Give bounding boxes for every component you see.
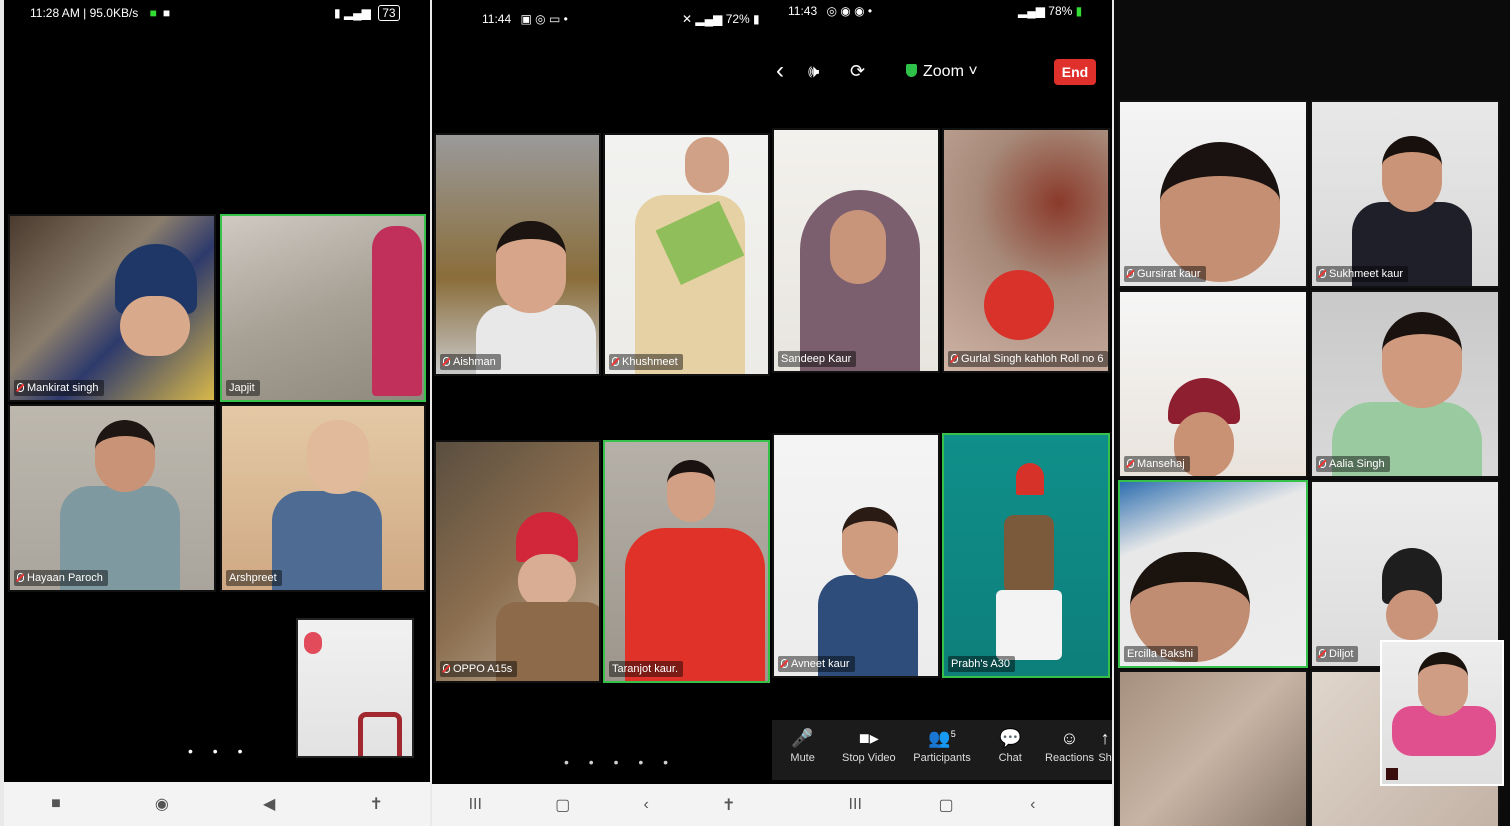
status-icons: ▂▄▆ 78% ▮ <box>1018 4 1083 18</box>
video-tile[interactable]: Avneet kaur <box>772 433 940 678</box>
back-chevron-icon[interactable]: ‹ <box>776 57 784 85</box>
self-view-thumbnail[interactable] <box>296 618 414 758</box>
phone-screen-3: 11:43 ◎ ◉ ◉ • ▂▄▆ 78% ▮ ‹ 🕪 ⟳ Zoom ˅ End… <box>772 0 1112 826</box>
participant-name: Gurlal Singh kahloh Roll no 6 <box>948 351 1108 367</box>
home-button[interactable]: ▢ <box>555 795 570 815</box>
android-nav-bar: III ▢ ‹ <box>772 784 1112 826</box>
home-button[interactable]: ▢ <box>938 795 953 815</box>
video-camera-icon: ■▸ <box>858 728 879 748</box>
meeting-title[interactable]: Zoom ˅ <box>906 63 978 81</box>
android-nav-bar: ■ ◉ ◀ ✝ <box>4 782 430 826</box>
status-time: 11:44 <box>482 12 512 26</box>
chat-button[interactable]: 💬 Chat <box>980 728 1041 764</box>
home-button[interactable]: ◉ <box>155 794 169 814</box>
participant-name: Aishman <box>440 354 501 370</box>
participant-name: Hayaan Paroch <box>14 570 108 586</box>
zoom-meeting-header: ‹ 🕪 ⟳ Zoom ˅ End <box>772 55 1112 91</box>
video-tile[interactable] <box>1118 670 1308 826</box>
video-tile[interactable]: OPPO A15s <box>434 440 601 683</box>
battery-level: 72% <box>725 12 750 26</box>
page-indicator: • • • <box>188 743 251 759</box>
microphone-icon: 🎤 <box>791 728 814 748</box>
participant-name: Prabh's A30 <box>948 656 1015 672</box>
recent-apps-button[interactable]: III <box>469 796 482 814</box>
battery-level: 78% <box>1048 4 1073 18</box>
video-tile-active[interactable]: Taranjot kaur. <box>603 440 770 683</box>
recent-apps-button[interactable]: III <box>849 796 862 814</box>
status-bar: 11:28 AM | 95.0KB/s ■ ■ <box>30 6 171 20</box>
participant-name: Diljot <box>1316 646 1359 662</box>
video-tile[interactable]: Aalia Singh <box>1310 290 1500 478</box>
status-icons: ▮ ▂▄▆ 73 <box>334 5 400 21</box>
stop-video-button[interactable]: ■▸ Stop Video <box>833 728 904 764</box>
video-tile[interactable]: Arshpreet <box>220 404 426 592</box>
reactions-button[interactable]: ☺ Reactions <box>1041 728 1098 764</box>
chat-icon: 💬 <box>998 728 1022 748</box>
video-tile[interactable]: Gurlal Singh kahloh Roll no 6 <box>942 128 1110 373</box>
recent-apps-button[interactable]: ■ <box>51 795 61 813</box>
video-tile[interactable]: Hayaan Paroch <box>8 404 216 592</box>
share-icon: ↑ <box>1100 728 1110 748</box>
back-button[interactable]: ◀ <box>263 794 275 814</box>
back-button[interactable]: ‹ <box>643 796 648 814</box>
participant-name: Avneet kaur <box>778 656 855 672</box>
share-button[interactable]: ↑ Sh <box>1098 728 1112 764</box>
participant-name: Ercilla Bakshi <box>1124 646 1199 662</box>
video-tile-active[interactable]: Japjit <box>220 214 426 402</box>
switch-camera-icon[interactable]: ⟳ <box>850 61 865 82</box>
shield-icon <box>906 64 917 77</box>
video-tile[interactable]: Mankirat singh <box>8 214 216 402</box>
participants-icon: 👥5 <box>928 728 956 748</box>
participant-name: Sukhmeet kaur <box>1316 266 1408 282</box>
reactions-icon: ☺ <box>1060 728 1079 748</box>
participant-name: Taranjot kaur. <box>609 661 684 677</box>
video-tile[interactable]: Aishman <box>434 133 601 376</box>
meeting-controls: 🎤 Mute ■▸ Stop Video 👥5 Participants 💬 Chat … <box>772 720 1112 780</box>
self-view-thumbnail[interactable] <box>1380 640 1504 786</box>
video-tile[interactable]: Khushmeet <box>603 133 770 376</box>
participant-name: Japjit <box>226 380 260 396</box>
phone-screen-2: 11:44 ▣ ◎ ▭ • ✕ ▂▄▆ 72% ▮ Aishman Khushm… <box>432 0 772 826</box>
participant-name: Gursirat kaur <box>1124 266 1206 282</box>
battery-icon: 73 <box>378 5 400 21</box>
end-meeting-button[interactable]: End <box>1054 59 1096 85</box>
participant-name: OPPO A15s <box>440 661 518 677</box>
status-time-speed: 11:28 AM | 95.0KB/s <box>30 6 139 20</box>
page-indicator: • • • • • <box>564 754 677 770</box>
video-tile[interactable]: Gursirat kaur <box>1118 100 1308 288</box>
phone-screen-4: Gursirat kaur Sukhmeet kaur Mansehaj Aal… <box>1114 0 1510 826</box>
accessibility-button[interactable]: ✝ <box>370 794 383 814</box>
speaker-icon[interactable]: 🕪 <box>808 61 819 82</box>
participant-name: Aalia Singh <box>1316 456 1390 472</box>
video-tile[interactable]: Sukhmeet kaur <box>1310 100 1500 288</box>
participant-name: Mankirat singh <box>14 380 104 396</box>
participant-name: Arshpreet <box>226 570 282 586</box>
status-icons: ✕ ▂▄▆ 72% ▮ <box>682 12 760 26</box>
participants-button[interactable]: 👥5 Participants <box>904 728 979 764</box>
participant-name: Khushmeet <box>609 354 683 370</box>
video-tile[interactable]: Mansehaj <box>1118 290 1308 478</box>
video-tile-active[interactable]: Ercilla Bakshi <box>1118 480 1308 668</box>
video-tile[interactable]: Sandeep Kaur <box>772 128 940 373</box>
back-button[interactable]: ‹ <box>1030 796 1035 814</box>
video-tile-active[interactable]: Prabh's A30 <box>942 433 1110 678</box>
status-time: 11:43 <box>788 4 818 18</box>
status-bar: 11:44 ▣ ◎ ▭ • <box>482 12 568 26</box>
participant-name: Mansehaj <box>1124 456 1190 472</box>
screenshot-collage: 11:28 AM | 95.0KB/s ■ ■ ▮ ▂▄▆ 73 Mankirat… <box>0 0 1510 826</box>
android-nav-bar: III ▢ ‹ ✝ <box>432 784 772 826</box>
status-bar: 11:43 ◎ ◉ ◉ • <box>788 4 873 18</box>
accessibility-button[interactable]: ✝ <box>722 795 735 815</box>
phone-screen-1: 11:28 AM | 95.0KB/s ■ ■ ▮ ▂▄▆ 73 Mankirat… <box>4 0 430 826</box>
mute-button[interactable]: 🎤 Mute <box>772 728 833 764</box>
participant-name: Sandeep Kaur <box>778 351 857 367</box>
